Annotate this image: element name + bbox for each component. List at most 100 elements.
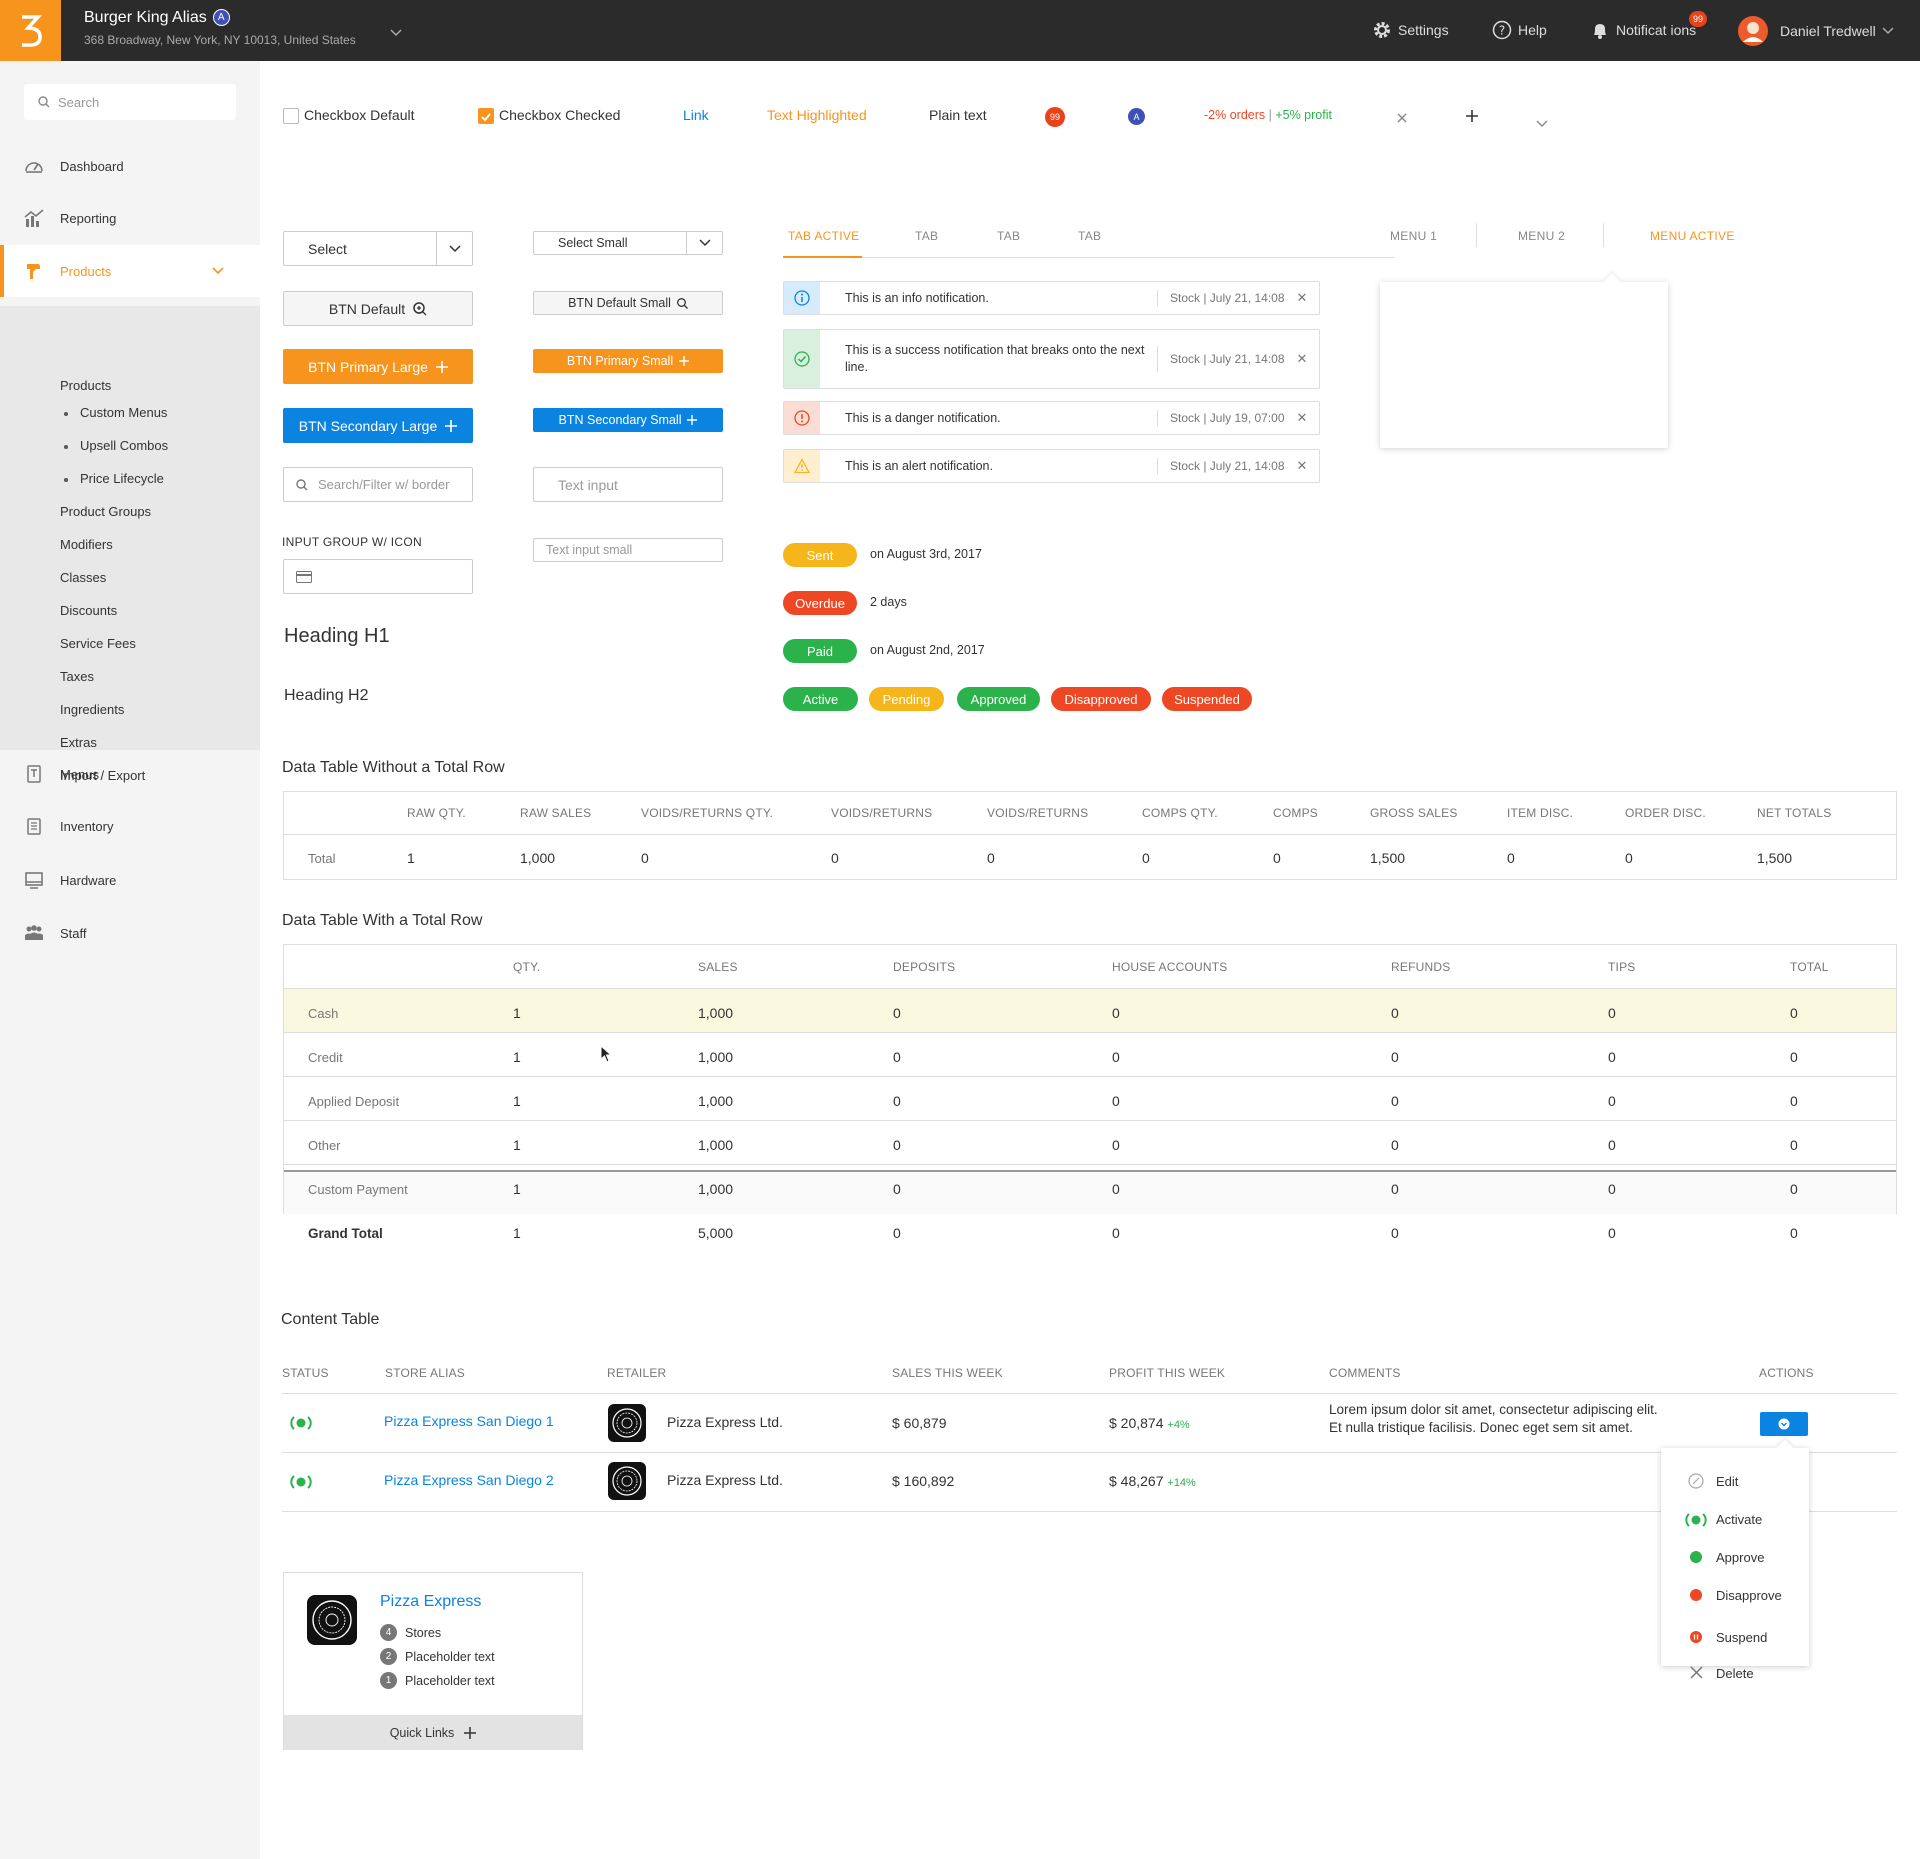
btn-default-small[interactable]: BTN Default Small: [533, 291, 723, 315]
chevron-down-icon: [1882, 27, 1894, 35]
subnav-product-groups[interactable]: Product Groups: [60, 504, 151, 519]
heading-h1: Heading H1: [284, 625, 390, 647]
subnav-custom-menus[interactable]: Custom Menus: [80, 405, 167, 420]
nav-reporting[interactable]: Reporting: [0, 201, 260, 235]
sidebar-search[interactable]: Search: [24, 84, 236, 120]
menu-2[interactable]: MENU 2: [1518, 229, 1565, 243]
plain-text: Plain text: [929, 107, 987, 123]
menu-active[interactable]: MENU ACTIVE: [1650, 229, 1735, 243]
nav-dashboard[interactable]: Dashboard: [0, 149, 260, 183]
chevron-down-icon: [686, 232, 722, 254]
text-input-small[interactable]: Text input small: [533, 538, 723, 562]
products-icon: [27, 264, 40, 279]
plus-icon: [435, 360, 448, 373]
tab-active[interactable]: TAB ACTIVE: [788, 229, 859, 243]
subnav-ingredients[interactable]: Ingredients: [60, 702, 124, 717]
btn-default[interactable]: BTN Default: [283, 291, 473, 326]
close-icon[interactable]: [1396, 109, 1408, 128]
menu-1[interactable]: MENU 1: [1390, 229, 1437, 243]
chevron-down-icon: [212, 267, 224, 275]
table1-title: Data Table Without a Total Row: [282, 759, 505, 776]
mouse-cursor-icon: [600, 1045, 612, 1063]
store-switcher-chevron-icon[interactable]: [390, 22, 402, 41]
checkbox-checked[interactable]: [478, 108, 494, 124]
search-filter-input[interactable]: Search/Filter w/ border: [283, 467, 473, 502]
main-content: Checkbox Default Checkbox Checked Link T…: [260, 61, 1920, 1859]
notification-success: This is a success notification that brea…: [783, 329, 1320, 389]
plus-icon: [679, 356, 690, 366]
active-status-icon: [290, 1475, 312, 1489]
tabs-underline: [783, 257, 1394, 258]
notification-info: This is an info notification. Stock | Ju…: [783, 281, 1320, 315]
subnav-service-fees[interactable]: Service Fees: [60, 636, 136, 651]
store-name[interactable]: Burger King Alias A: [84, 9, 230, 27]
plus-icon: [687, 415, 698, 425]
btn-secondary-small[interactable]: BTN Secondary Small: [533, 408, 723, 432]
credit-card-icon: [296, 570, 312, 583]
btn-primary-large[interactable]: BTN Primary Large: [283, 349, 473, 384]
top-bar: Burger King Alias A 368 Broadway, New Yor…: [0, 0, 1920, 61]
retailer-card: Pizza Express 4 Stores 2 Placeholder text …: [283, 1572, 583, 1750]
brand-logo[interactable]: [0, 0, 61, 61]
settings-button[interactable]: Settings: [1372, 20, 1449, 40]
disapprove-icon: [1690, 1589, 1702, 1601]
letter-badge: A: [1128, 108, 1145, 125]
menu-dropdown-panel: [1380, 282, 1668, 448]
checkbox-default[interactable]: [283, 108, 299, 124]
input-group-with-icon[interactable]: [283, 559, 473, 594]
status-pill-approved: Approved: [957, 687, 1040, 711]
store-alias-link[interactable]: Pizza Express San Diego 1: [384, 1413, 554, 1429]
nav-inventory[interactable]: Inventory: [0, 809, 260, 843]
success-icon: [784, 330, 820, 388]
search-plus-icon: [676, 297, 688, 309]
select-small[interactable]: Select Small: [533, 231, 723, 255]
bell-icon: [1594, 24, 1606, 39]
nav-menus[interactable]: Menus: [0, 757, 260, 791]
subnav-extras[interactable]: Extras: [60, 735, 97, 750]
tab-3[interactable]: TAB: [997, 229, 1020, 243]
notification-close-icon[interactable]: ✕: [1285, 282, 1319, 314]
user-menu[interactable]: Daniel Tredwell: [1738, 16, 1894, 46]
subnav-discounts[interactable]: Discounts: [60, 603, 117, 618]
hardware-icon: [25, 872, 43, 889]
notification-close-icon[interactable]: ✕: [1285, 402, 1319, 434]
gear-icon: [1374, 22, 1390, 38]
nav-staff[interactable]: Staff: [0, 916, 260, 950]
btn-secondary-large[interactable]: BTN Secondary Large: [283, 408, 473, 443]
tab-2[interactable]: TAB: [915, 229, 938, 243]
subnav-price-lifecycle[interactable]: Price Lifecycle: [80, 471, 164, 486]
status-pill-disapproved: Disapproved: [1051, 687, 1151, 711]
tab-4[interactable]: TAB: [1078, 229, 1101, 243]
help-button[interactable]: ? Help: [1492, 20, 1547, 40]
quick-links-button[interactable]: Quick Links: [284, 1715, 582, 1750]
text-input[interactable]: Text input: [533, 467, 723, 502]
chevron-down-icon[interactable]: [1536, 113, 1548, 132]
card-placeholder-1: 2 Placeholder text: [380, 1648, 495, 1665]
plus-icon[interactable]: [1465, 108, 1479, 127]
store-alias-link[interactable]: Pizza Express San Diego 2: [384, 1472, 554, 1488]
select-default[interactable]: Select: [283, 231, 473, 266]
subnav-products[interactable]: Products: [60, 378, 111, 393]
checkbox-default-label: Checkbox Default: [304, 107, 415, 123]
approve-icon: [1690, 1551, 1702, 1563]
plus-icon: [464, 1726, 477, 1739]
delete-icon: [1690, 1666, 1703, 1679]
nav-products[interactable]: Products: [0, 245, 260, 297]
actions-button[interactable]: [1760, 1412, 1808, 1436]
btn-primary-small[interactable]: BTN Primary Small: [533, 349, 723, 373]
avatar: [1738, 16, 1768, 46]
products-subnav: Products Custom Menus Upsell Combos Pric…: [0, 306, 260, 783]
subnav-upsell-combos[interactable]: Upsell Combos: [80, 438, 168, 453]
notification-close-icon[interactable]: ✕: [1285, 330, 1319, 388]
sample-link[interactable]: Link: [683, 107, 709, 123]
notification-close-icon[interactable]: ✕: [1285, 450, 1319, 482]
status-pill-active: Active: [783, 687, 858, 711]
subnav-taxes[interactable]: Taxes: [60, 669, 94, 684]
chevron-circle-icon: [1778, 1418, 1790, 1430]
card-title-link[interactable]: Pizza Express: [380, 1593, 481, 1611]
nav-hardware[interactable]: Hardware: [0, 863, 260, 897]
subnav-modifiers[interactable]: Modifiers: [60, 537, 113, 552]
subnav-classes[interactable]: Classes: [60, 570, 106, 585]
notifications-button[interactable]: Notificat ions 99: [1590, 10, 1708, 40]
chevron-down-icon: [436, 232, 472, 265]
